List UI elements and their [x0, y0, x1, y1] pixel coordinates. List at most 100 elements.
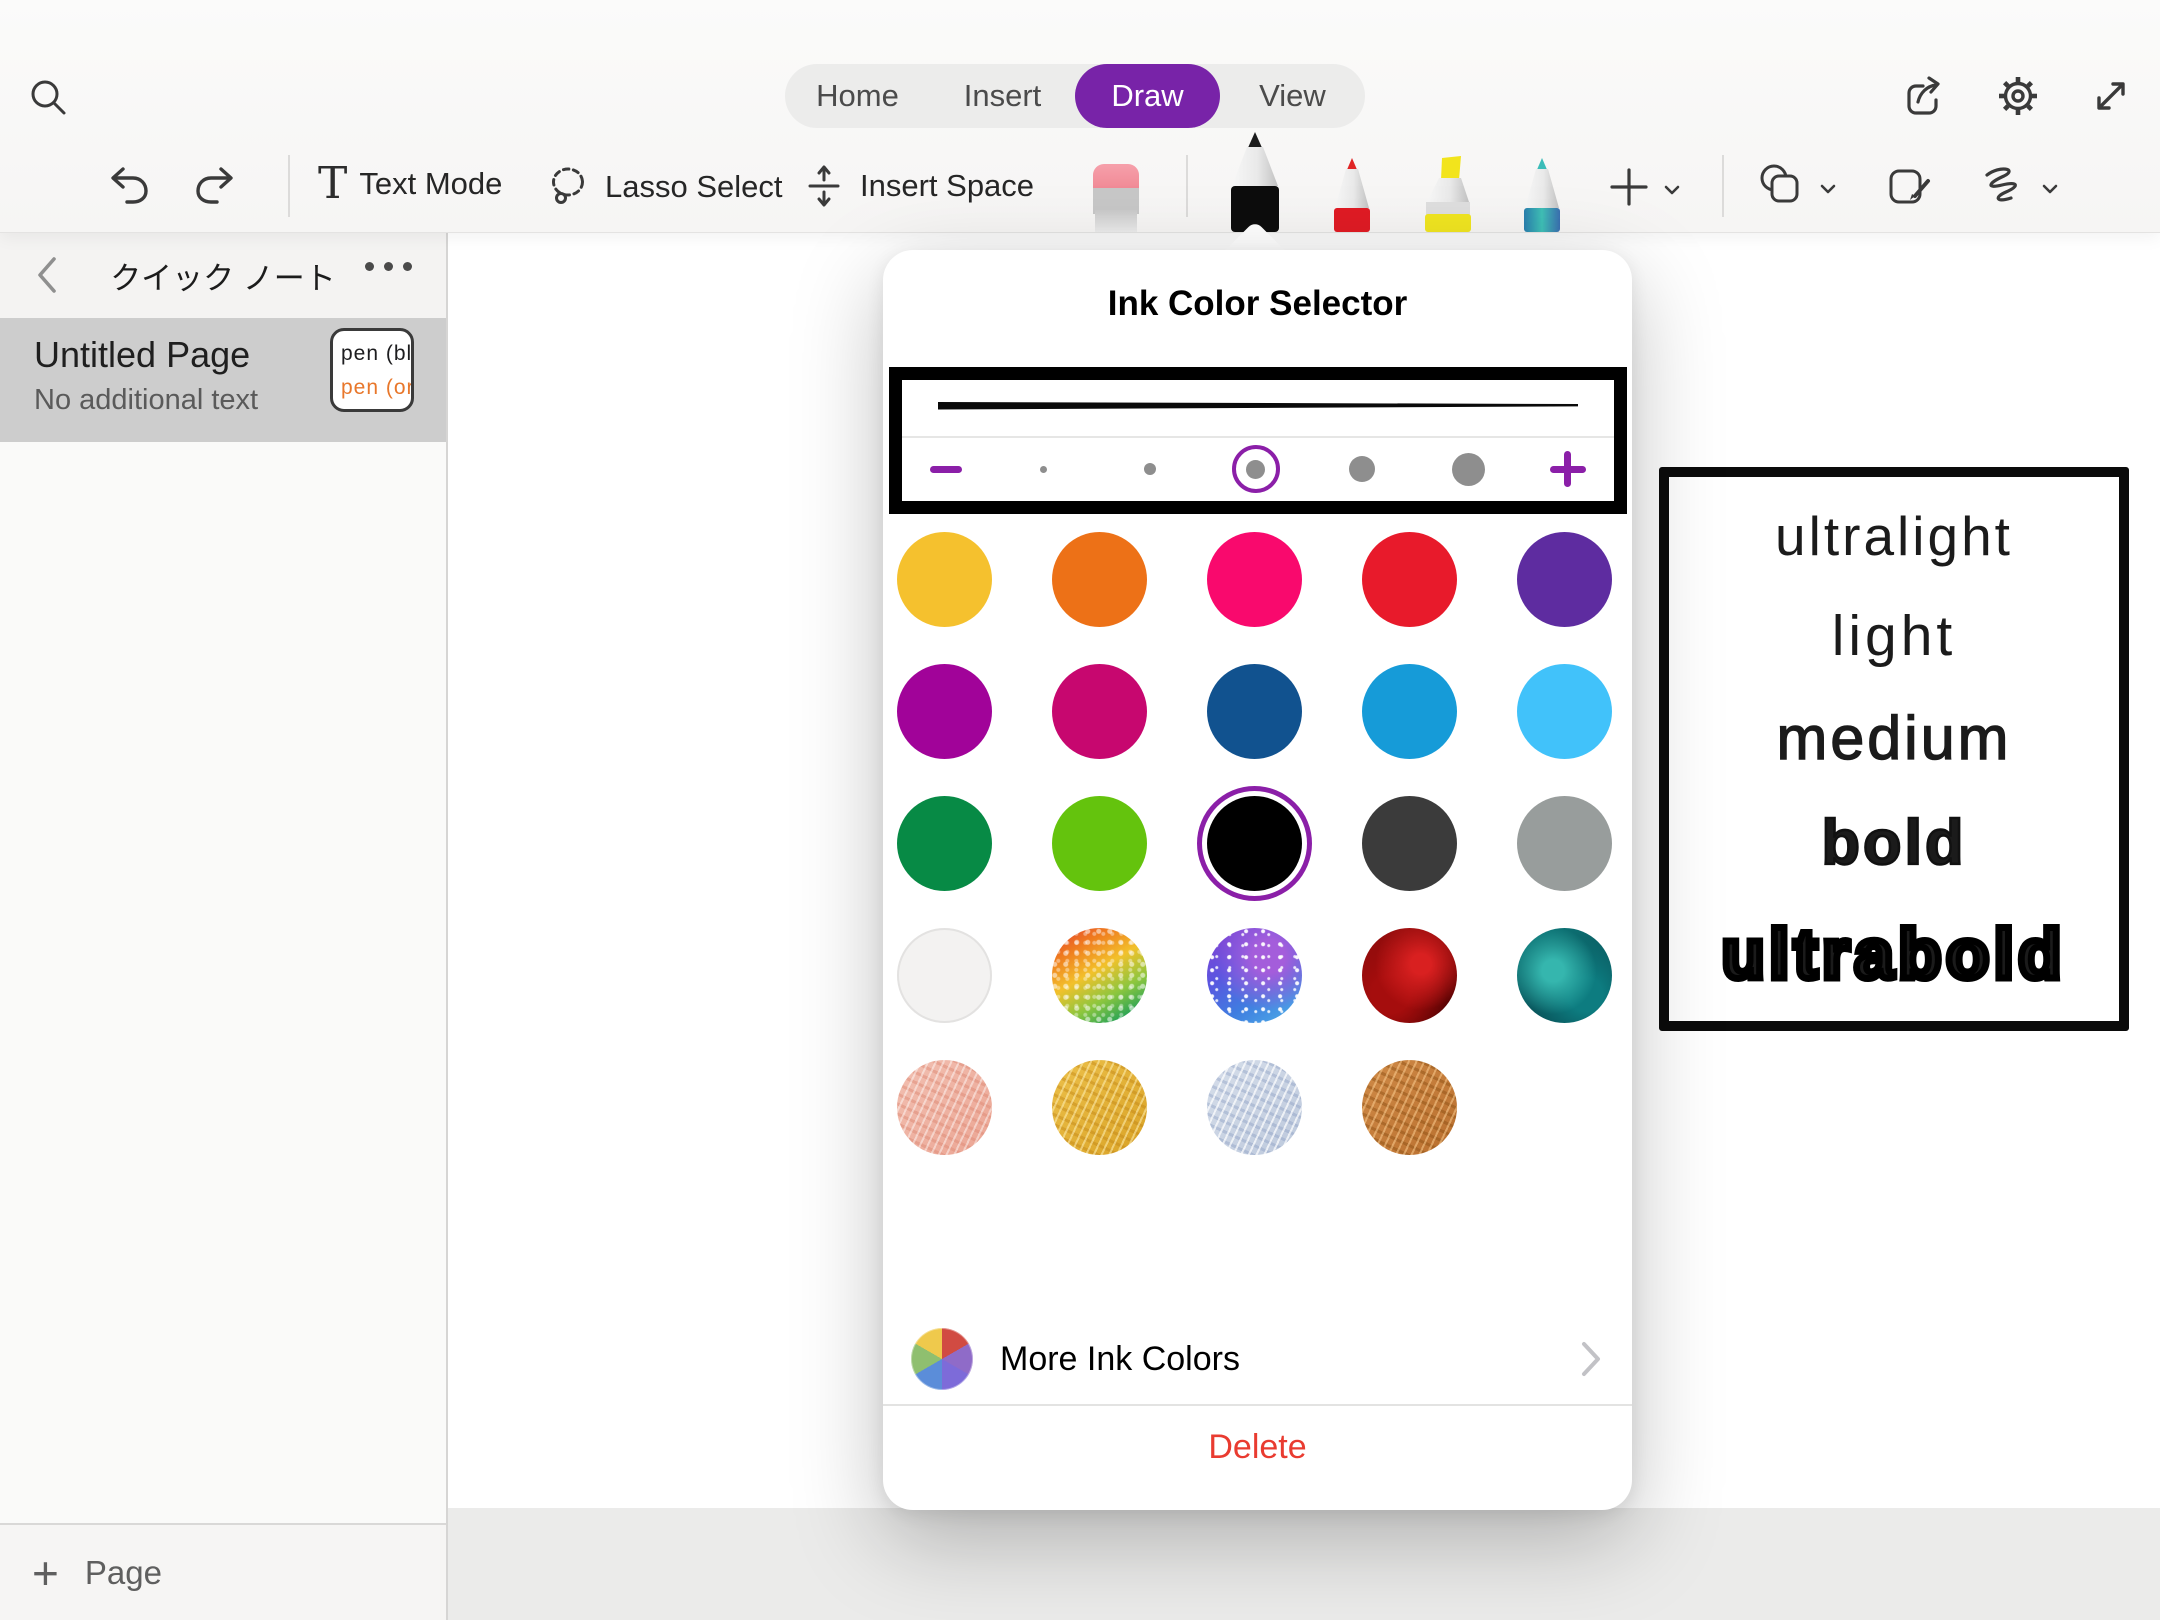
more-ink-colors-button[interactable]: More Ink Colors [883, 1326, 1632, 1394]
ink-color-gray[interactable] [1517, 796, 1612, 891]
search-icon [26, 75, 72, 121]
ink-color-sky-blue[interactable] [1517, 664, 1612, 759]
ink-color-raspberry[interactable] [1052, 664, 1147, 759]
text-mode-label: Text Mode [359, 166, 502, 202]
plus-icon [1606, 164, 1652, 210]
page-subtitle: No additional text [34, 384, 258, 417]
add-pen-button[interactable] [1606, 164, 1680, 210]
ink-color-magenta[interactable] [897, 664, 992, 759]
ink-sample-medium: medium [1777, 703, 2012, 773]
chevron-down-icon [1664, 185, 1680, 196]
ink-color-teal-marble[interactable] [1517, 928, 1612, 1023]
stroke-size-option-4[interactable] [1337, 444, 1387, 494]
tab-draw[interactable]: Draw [1075, 64, 1220, 128]
share-icon[interactable] [1902, 73, 1948, 119]
teal-pen-icon [1514, 158, 1570, 232]
canvas-end-area [448, 1508, 2160, 1620]
fullscreen-expand-icon[interactable] [2088, 73, 2134, 119]
yellow-highlighter-tool[interactable] [1417, 156, 1479, 232]
ink-color-cerulean[interactable] [1362, 664, 1457, 759]
red-pen-tool[interactable] [1323, 158, 1381, 232]
yellow-highlighter-icon [1417, 156, 1479, 232]
add-page-label: Page [85, 1554, 162, 1592]
text-mode-button[interactable]: T Text Mode [318, 162, 502, 206]
tab-view[interactable]: View [1220, 64, 1365, 128]
tab-insert[interactable]: Insert [930, 64, 1075, 128]
shapes-button[interactable] [1756, 162, 1836, 210]
redo-button[interactable] [194, 162, 242, 210]
page-title: Untitled Page [34, 334, 250, 376]
ink-color-lime[interactable] [1052, 796, 1147, 891]
ink-color-bronze-glitter[interactable] [1362, 1060, 1457, 1155]
ink-color-silver-glitter[interactable] [1207, 1060, 1302, 1155]
sidebar-more-button[interactable] [365, 262, 412, 271]
stroke-size-option-1[interactable] [1018, 444, 1068, 494]
top-chrome: Home Insert Draw View [0, 0, 2160, 232]
ink-color-galaxy[interactable] [1207, 928, 1302, 1023]
sidebar-header: クイック ノート [0, 232, 446, 318]
ribbon-tabbar: Home Insert Draw View [785, 64, 1365, 128]
ink-color-grid [897, 532, 1612, 1155]
ink-color-black[interactable] [1207, 796, 1302, 891]
decrease-size-button[interactable] [930, 466, 962, 473]
undo-icon [105, 162, 153, 210]
insert-space-icon [800, 162, 848, 210]
insert-space-label: Insert Space [860, 168, 1034, 204]
ink-sample-light: light [1832, 603, 1957, 669]
ink-color-red-marble[interactable] [1362, 928, 1457, 1023]
draw-with-touch-button[interactable] [1884, 162, 1934, 210]
page-list-sidebar: クイック ノート Untitled Page No additional tex… [0, 232, 448, 1620]
insert-space-button[interactable]: Insert Space [800, 162, 1034, 210]
ink-color-navy[interactable] [1207, 664, 1302, 759]
teal-pen-tool[interactable] [1514, 158, 1570, 232]
ink-color-white[interactable] [897, 928, 992, 1023]
increase-size-button[interactable] [1550, 451, 1586, 487]
delete-pen-button[interactable]: Delete [883, 1428, 1632, 1467]
ink-color-purple[interactable] [1517, 532, 1612, 627]
ink-squiggle-icon [1978, 162, 2030, 210]
ink-color-red[interactable] [1362, 532, 1457, 627]
ink-to-shape-button[interactable] [1978, 162, 2058, 210]
ink-sample-bold: bold [1822, 807, 1967, 879]
undo-button[interactable] [105, 162, 153, 210]
thumbnail-line: pen (ora [341, 371, 411, 405]
stroke-width-section-focus-box [889, 367, 1627, 514]
more-ink-colors-label: More Ink Colors [1000, 1340, 1240, 1379]
add-page-button[interactable]: + Page [0, 1523, 446, 1620]
ink-color-charcoal[interactable] [1362, 796, 1457, 891]
stroke-size-row [902, 438, 1614, 500]
stroke-size-option-2[interactable] [1125, 444, 1175, 494]
ink-color-hot-pink[interactable] [1207, 532, 1302, 627]
divider [883, 1404, 1632, 1406]
draw-toolbar: T Text Mode Lasso Select Insert Space [0, 140, 2160, 232]
stroke-size-option-3[interactable] [1231, 444, 1281, 494]
search-button[interactable] [26, 75, 72, 121]
ink-color-gold[interactable] [897, 532, 992, 627]
eraser-tool[interactable] [1083, 162, 1149, 232]
chevron-down-icon [1820, 184, 1836, 195]
toolbar-divider [1186, 155, 1188, 217]
ink-color-gold-glitter[interactable] [1052, 1060, 1147, 1155]
lasso-select-icon [543, 162, 593, 212]
chevron-down-icon [2042, 184, 2058, 195]
settings-gear-icon[interactable] [1995, 73, 2041, 119]
ink-color-rose-gold[interactable] [897, 1060, 992, 1155]
ink-color-orange[interactable] [1052, 532, 1147, 627]
lasso-select-button[interactable]: Lasso Select [543, 162, 783, 212]
tab-home[interactable]: Home [785, 64, 930, 128]
ink-color-rainbow-glitter[interactable] [1052, 928, 1147, 1023]
color-wheel-icon [911, 1328, 973, 1390]
thumbnail-line: pen (bl [341, 337, 411, 371]
stroke-size-option-5[interactable] [1444, 444, 1494, 494]
red-pen-icon [1323, 158, 1381, 232]
page-list-item-selected[interactable]: Untitled Page No additional text pen (bl… [0, 318, 446, 442]
black-pen-icon [1222, 132, 1288, 232]
ink-sample-ultrabold: ultrabold [1722, 914, 2066, 994]
stroke-preview-line [938, 398, 1578, 414]
chevron-right-icon [1580, 1340, 1602, 1378]
shapes-icon [1756, 162, 1808, 210]
redo-icon [194, 162, 242, 210]
popover-title: Ink Color Selector [883, 284, 1632, 324]
black-pen-tool-selected[interactable] [1222, 132, 1288, 232]
ink-color-green[interactable] [897, 796, 992, 891]
